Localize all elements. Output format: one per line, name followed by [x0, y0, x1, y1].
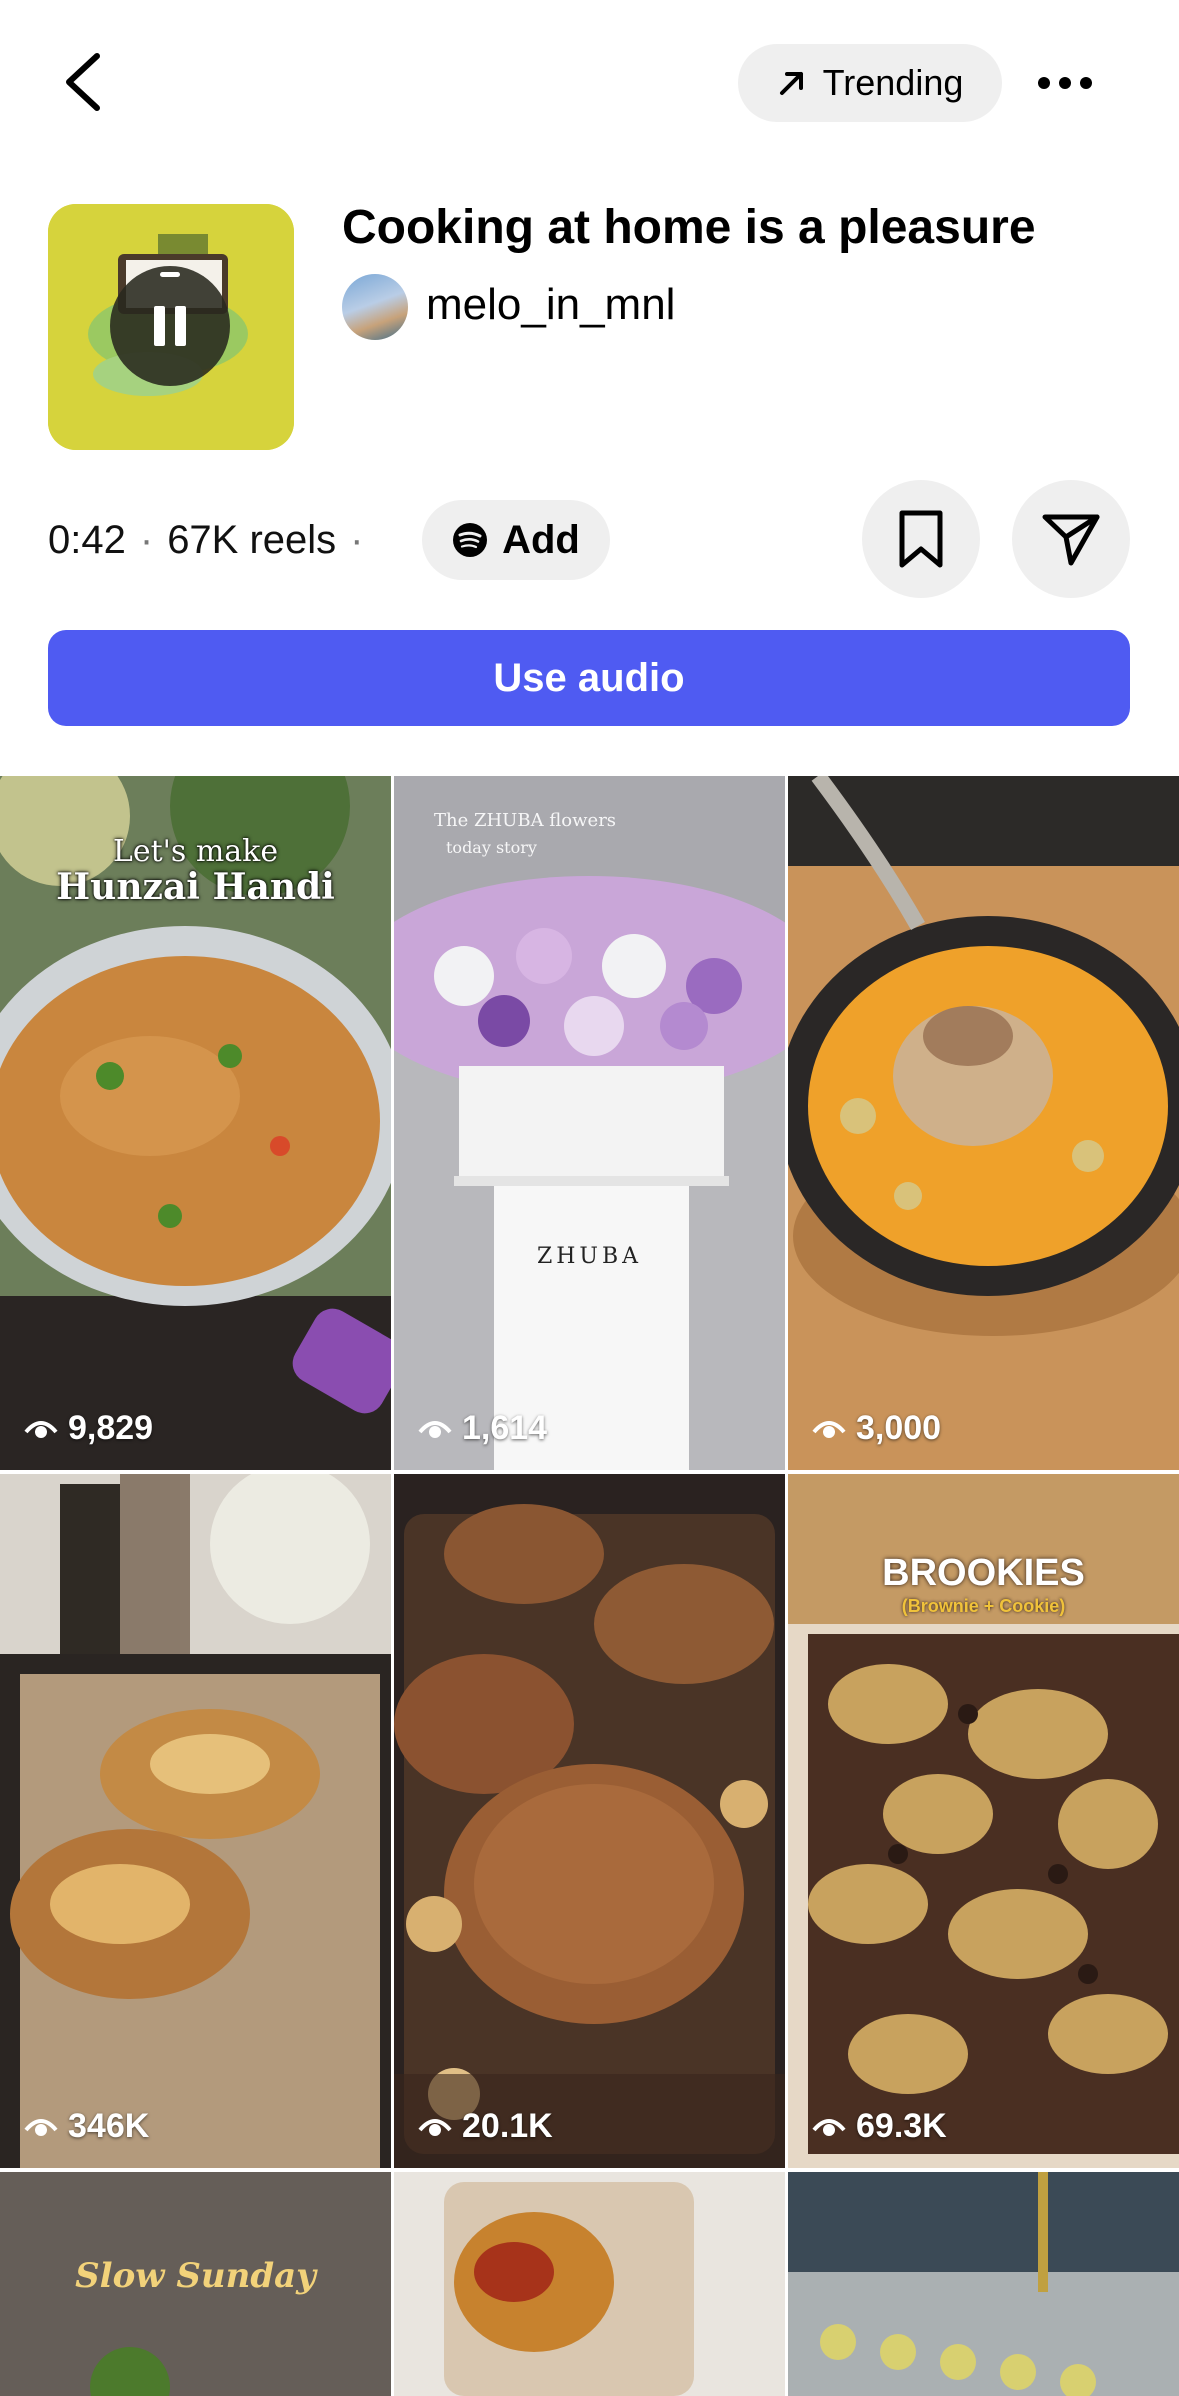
chevron-left-icon [66, 53, 100, 111]
reel-thumbnail [394, 776, 785, 1470]
reel-view-count: 9,829 [24, 1409, 153, 1448]
author-name[interactable]: melo_in_mnl [426, 280, 675, 330]
reel-overlay-caption: The ZHUBA flowers [434, 810, 617, 831]
reel-thumbnail [394, 1474, 785, 2168]
eye-icon [812, 2118, 846, 2136]
reel-overlay-subtitle: today story [446, 838, 537, 857]
reel-view-count: 69.3K [812, 2107, 947, 2146]
bookmark-icon [899, 510, 943, 568]
reel-views-label: 20.1K [462, 2107, 553, 2145]
pause-icon [154, 306, 186, 346]
spotify-icon [453, 523, 488, 557]
audio-cover[interactable] [48, 204, 294, 450]
reel-views-label: 69.3K [856, 2107, 947, 2145]
eye-icon [418, 2118, 452, 2136]
pause-button[interactable] [110, 266, 230, 386]
eye-icon [24, 1420, 58, 1438]
audio-meta: 0:42 · 67K reels · [48, 512, 378, 568]
separator-dot: · [350, 517, 364, 562]
reel-overlay-subtitle: (Brownie + Cookie) [901, 1596, 1066, 1616]
reel-overlay-title: BROOKIES [882, 1552, 1085, 1594]
reel-tile[interactable]: Slow Sunday [0, 2172, 391, 2396]
reels-count: 67K reels [167, 517, 337, 562]
reel-overlay-title: Slow Sunday [75, 2256, 316, 2296]
reel-tile[interactable] [394, 2172, 785, 2396]
audio-title: Cooking at home is a pleasure [342, 201, 1036, 254]
reel-views-label: 1,614 [462, 1409, 548, 1447]
reel-views-label: 346K [68, 2107, 150, 2145]
audio-duration: 0:42 [48, 517, 126, 562]
reel-views-label: 3,000 [856, 1409, 942, 1447]
reel-thumbnail [788, 2172, 1179, 2396]
save-button[interactable] [862, 480, 980, 598]
send-icon [1042, 514, 1100, 566]
add-to-spotify-button[interactable]: Add [422, 500, 610, 580]
trending-arrow-icon [779, 72, 803, 95]
reel-tile[interactable]: Let's make Hunzai Handi 9,829 [0, 776, 391, 1470]
trending-button[interactable]: Trending [738, 44, 1002, 122]
reel-overlay-caption: Let's make [112, 834, 279, 869]
reel-tile[interactable]: The ZHUBA flowers today story ZHUBA 1,61… [394, 776, 785, 1470]
eye-icon [24, 2118, 58, 2136]
more-options-button[interactable] [1030, 52, 1100, 114]
reel-thumbnail [788, 776, 1179, 1470]
reel-tile[interactable]: 20.1K [394, 1474, 785, 2168]
eye-icon [812, 1420, 846, 1438]
trending-label: Trending [822, 62, 964, 103]
progress-arc [160, 272, 180, 277]
reel-tile[interactable]: 3,000 [788, 776, 1179, 1470]
reel-view-count: 1,614 [418, 1409, 547, 1448]
reel-thumbnail [394, 2172, 785, 2396]
share-button[interactable] [1012, 480, 1130, 598]
reel-tile[interactable]: 346K [0, 1474, 391, 2168]
separator-dot: · [139, 517, 154, 562]
more-dots-icon [1038, 77, 1092, 89]
reel-thumbnail [0, 1474, 391, 2168]
reel-tile[interactable]: BROOKIES (Brownie + Cookie) 69.3K [788, 1474, 1179, 2168]
back-button[interactable] [48, 42, 118, 122]
reel-overlay-title: Hunzai Handi [56, 866, 335, 908]
reel-view-count: 20.1K [418, 2107, 553, 2146]
box-label: ZHUBA [536, 1244, 643, 1269]
use-audio-button[interactable]: Use audio [48, 630, 1130, 726]
author-avatar[interactable] [342, 274, 408, 340]
reel-views-label: 9,829 [68, 1409, 154, 1447]
reel-view-count: 3,000 [812, 1409, 941, 1448]
reel-tile[interactable] [788, 2172, 1179, 2396]
reel-view-count: 346K [24, 2107, 149, 2146]
add-label: Add [502, 517, 580, 562]
eye-icon [418, 1420, 452, 1438]
